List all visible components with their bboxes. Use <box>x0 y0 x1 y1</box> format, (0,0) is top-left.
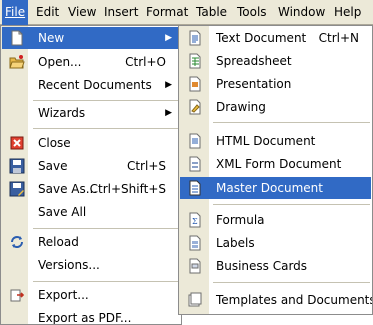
master-document-icon <box>189 180 201 196</box>
new-business-cards-label: Business Cards <box>216 259 308 273</box>
new-labels[interactable]: Labels <box>180 232 371 254</box>
separator <box>33 100 179 101</box>
xml-form-icon <box>189 156 201 172</box>
file-save-all-label: Save All <box>38 205 87 219</box>
text-document-icon <box>189 30 201 46</box>
file-recent[interactable]: Recent Documents ▶ <box>2 74 180 96</box>
presentation-icon <box>189 76 201 92</box>
file-recent-label: Recent Documents <box>38 78 152 92</box>
save-as-icon <box>9 181 25 197</box>
new-xml-form-document[interactable]: XML Form Document <box>180 153 371 175</box>
menu-insert[interactable]: Insert <box>101 0 141 25</box>
menu-bar: File Edit View Insert Format Table Tools… <box>0 0 373 25</box>
new-formula[interactable]: Σ Formula <box>180 209 371 231</box>
new-spreadsheet[interactable]: Spreadsheet <box>180 50 371 72</box>
html-document-icon <box>189 133 201 149</box>
file-save-as-label: Save As... <box>38 182 98 196</box>
menu-format[interactable]: Format <box>143 0 191 25</box>
file-close[interactable]: Close <box>2 132 180 154</box>
svg-text:Σ: Σ <box>192 217 198 226</box>
file-reload[interactable]: Reload <box>2 231 180 253</box>
submenu-arrow-icon: ▶ <box>165 33 172 43</box>
new-business-cards[interactable]: Business Cards <box>180 255 371 277</box>
file-export-pdf-label: Export as PDF... <box>38 311 132 325</box>
new-spreadsheet-label: Spreadsheet <box>216 54 292 68</box>
file-save-as[interactable]: Save As... Ctrl+Shift+S <box>2 178 180 200</box>
new-text-document[interactable]: Text Document Ctrl+N <box>180 27 371 49</box>
file-wizards-label: Wizards <box>38 106 86 120</box>
separator <box>33 281 179 282</box>
file-new-label: New <box>38 31 65 45</box>
file-export-label: Export... <box>38 288 89 302</box>
new-drawing[interactable]: Drawing <box>180 96 371 118</box>
new-submenu: Text Document Ctrl+N Spreadsheet Present… <box>178 25 373 315</box>
file-new[interactable]: New ▶ <box>2 27 180 49</box>
file-open-label: Open... <box>38 55 82 69</box>
file-save[interactable]: Save Ctrl+S <box>2 155 180 177</box>
menu-view[interactable]: View <box>65 0 99 25</box>
new-text-document-label: Text Document <box>216 31 307 45</box>
new-templates-and-documents[interactable]: Templates and Documents <box>180 289 373 311</box>
business-cards-icon <box>189 258 201 274</box>
file-versions[interactable]: Versions... <box>2 254 180 276</box>
new-master-document[interactable]: Master Document <box>180 177 371 199</box>
reload-icon <box>11 236 23 248</box>
new-labels-label: Labels <box>216 236 255 250</box>
separator <box>213 282 370 283</box>
menu-window[interactable]: Window <box>275 0 328 25</box>
menu-help[interactable]: Help <box>331 0 364 25</box>
close-document-icon <box>10 136 24 150</box>
spreadsheet-icon <box>189 53 201 69</box>
file-open[interactable]: Open... Ctrl+O <box>2 51 180 73</box>
file-versions-label: Versions... <box>38 258 100 272</box>
new-templates-label: Templates and Documents <box>216 293 373 307</box>
menu-tools[interactable]: Tools <box>234 0 270 25</box>
separator <box>33 228 179 229</box>
menu-file[interactable]: File <box>2 0 29 25</box>
export-icon <box>10 289 25 302</box>
menu-table[interactable]: Table <box>193 0 230 25</box>
new-html-document[interactable]: HTML Document <box>180 130 371 152</box>
file-wizards[interactable]: Wizards ▶ <box>2 102 180 124</box>
file-save-label: Save <box>38 159 68 173</box>
new-drawing-label: Drawing <box>216 100 266 114</box>
file-open-shortcut: Ctrl+O <box>125 55 166 69</box>
new-presentation[interactable]: Presentation <box>180 73 371 95</box>
submenu-arrow-icon: ▶ <box>165 80 172 90</box>
file-reload-label: Reload <box>38 235 79 249</box>
submenu-arrow-icon: ▶ <box>165 108 172 118</box>
file-save-shortcut: Ctrl+S <box>126 159 166 173</box>
drawing-icon <box>189 99 201 115</box>
new-xml-form-document-label: XML Form Document <box>216 157 342 171</box>
new-presentation-label: Presentation <box>216 77 292 91</box>
new-html-document-label: HTML Document <box>216 134 316 148</box>
new-text-document-shortcut: Ctrl+N <box>318 31 359 45</box>
separator <box>213 204 370 205</box>
new-formula-label: Formula <box>216 213 265 227</box>
save-disk-icon <box>9 158 25 174</box>
file-export[interactable]: Export... <box>2 284 180 306</box>
open-folder-icon <box>9 55 25 69</box>
file-save-as-shortcut: Ctrl+Shift+S <box>89 182 166 196</box>
new-master-document-label: Master Document <box>216 181 323 195</box>
file-menu: New ▶ Open... Ctrl+O Recent Documents ▶ … <box>0 25 182 325</box>
labels-icon <box>189 235 201 251</box>
separator <box>213 122 370 123</box>
menu-edit[interactable]: Edit <box>33 0 62 25</box>
file-close-label: Close <box>38 136 71 150</box>
file-export-pdf[interactable]: Export as PDF... <box>2 307 180 325</box>
templates-icon <box>188 292 202 307</box>
formula-icon: Σ <box>189 212 201 228</box>
separator <box>33 128 179 129</box>
new-document-icon <box>11 30 23 46</box>
file-save-all[interactable]: Save All <box>2 201 180 223</box>
